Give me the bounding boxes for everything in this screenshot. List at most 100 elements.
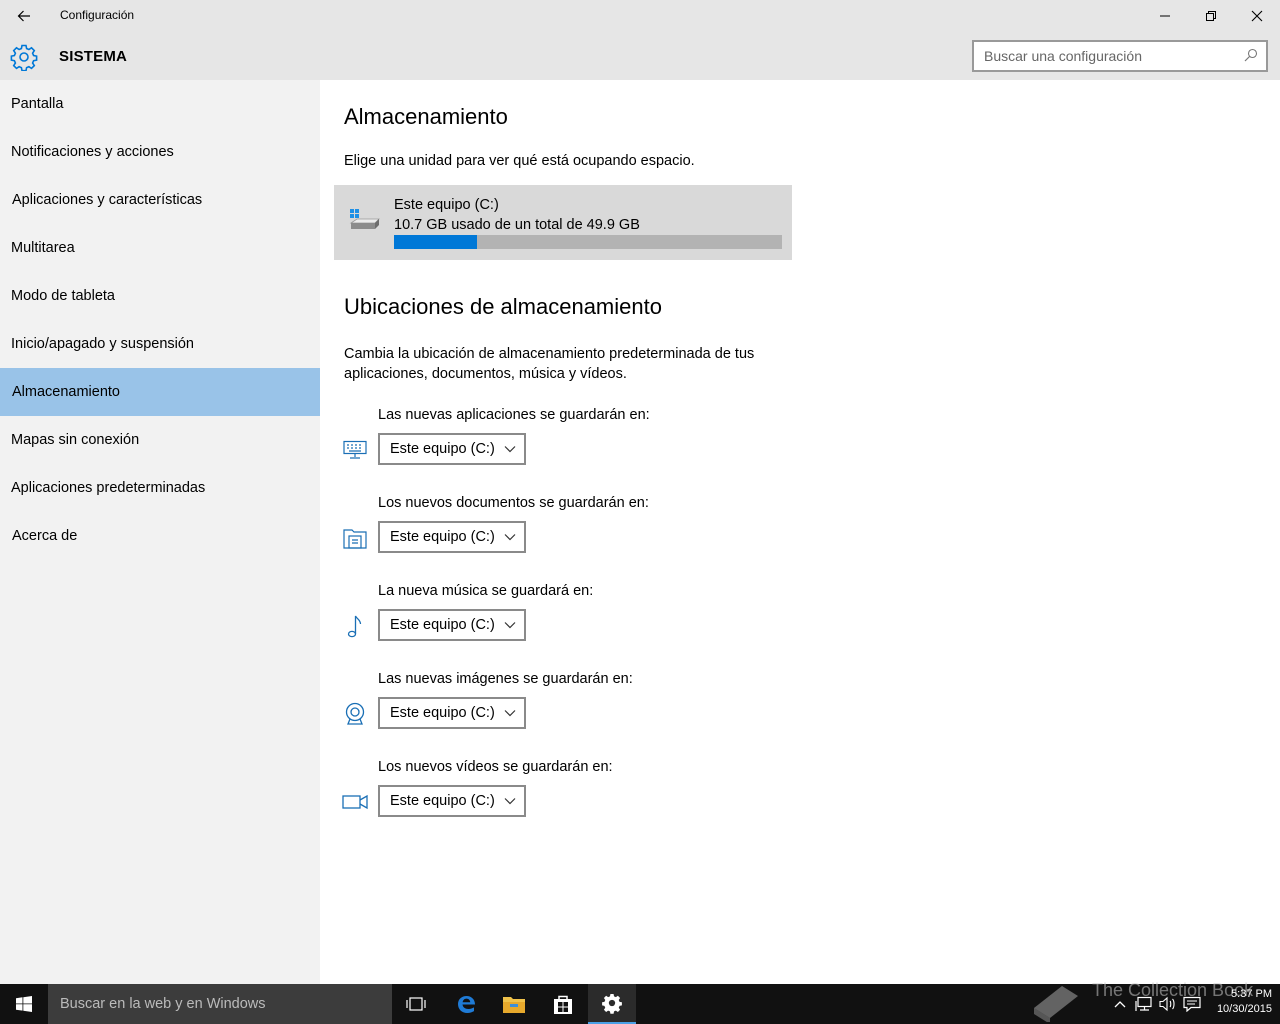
sidebar-nav: Pantalla Notificaciones y acciones Aplic… — [0, 80, 320, 984]
clock-date: 10/30/2015 — [1216, 1003, 1272, 1015]
sidebar-item-label: Aplicaciones y características — [12, 192, 203, 208]
new-videos-label: Los nuevos vídeos se guardarán en: — [378, 759, 613, 775]
close-button[interactable] — [1234, 0, 1280, 32]
hard-drive-icon — [349, 209, 380, 229]
music-note-icon — [342, 614, 368, 638]
chevron-up-icon — [1114, 1001, 1126, 1008]
notifications-icon — [1183, 996, 1201, 1012]
video-camera-icon — [342, 790, 368, 814]
monitor-apps-icon — [342, 438, 368, 462]
sidebar-item-modo-tableta[interactable]: Modo de tableta — [0, 272, 320, 320]
book-watermark-icon — [1034, 986, 1078, 1022]
sidebar-item-label: Acerca de — [12, 528, 78, 544]
sidebar-item-pantalla[interactable]: Pantalla — [0, 80, 320, 128]
settings-search-input[interactable] — [974, 42, 1234, 70]
restore-button[interactable] — [1188, 0, 1234, 32]
drive-tile-c[interactable]: Este equipo (C:) 10.7 GB usado de un tot… — [334, 185, 792, 260]
sidebar-item-mapas[interactable]: Mapas sin conexión — [0, 416, 320, 464]
sidebar-item-acerca-de[interactable]: Acerca de — [0, 512, 320, 560]
new-apps-location-select[interactable]: Este equipo (C:) — [378, 433, 526, 465]
store-button[interactable] — [539, 984, 587, 1024]
gear-icon — [602, 993, 622, 1014]
sidebar-item-label: Almacenamiento — [12, 384, 120, 400]
volume-tray-button[interactable] — [1158, 994, 1178, 1014]
sidebar-item-notificaciones[interactable]: Notificaciones y acciones — [0, 128, 320, 176]
back-button[interactable] — [0, 0, 48, 32]
settings-search-box[interactable] — [972, 40, 1268, 72]
page-description: Elige una unidad para ver qué está ocupa… — [344, 153, 695, 169]
sidebar-item-label: Aplicaciones predeterminadas — [11, 480, 206, 496]
gear-icon — [10, 44, 38, 71]
start-button[interactable] — [0, 984, 48, 1024]
sidebar-item-label: Mapas sin conexión — [11, 432, 140, 448]
sidebar-item-label: Multitarea — [11, 240, 75, 256]
network-tray-button[interactable] — [1134, 994, 1154, 1014]
new-apps-label: Las nuevas aplicaciones se guardarán en: — [378, 407, 650, 423]
sidebar-item-multitarea[interactable]: Multitarea — [0, 224, 320, 272]
locations-description: Cambia la ubicación de almacenamiento pr… — [344, 346, 755, 382]
task-view-icon — [406, 997, 426, 1011]
volume-icon — [1159, 996, 1175, 1012]
new-documents-label: Los nuevos documentos se guardarán en: — [378, 495, 649, 511]
settings-header: SISTEMA — [0, 32, 1280, 80]
select-value: Este equipo (C:) — [390, 793, 495, 809]
section-title: SISTEMA — [59, 48, 128, 65]
chevron-down-icon — [504, 534, 516, 541]
restore-icon — [1206, 11, 1216, 21]
drive-usage-bar-fill — [394, 235, 478, 249]
drive-usage-bar — [394, 235, 782, 249]
select-value: Este equipo (C:) — [390, 441, 495, 457]
windows-logo-icon — [16, 996, 32, 1012]
chevron-down-icon — [504, 798, 516, 805]
folder-icon — [503, 997, 525, 1013]
minimize-button[interactable] — [1142, 0, 1188, 32]
taskbar: The Collection Book 5:37 PM 10/30/2015 — [0, 980, 1280, 1024]
drive-usage-text: 10.7 GB usado de un total de 49.9 GB — [394, 217, 640, 233]
new-music-label: La nueva música se guardará en: — [378, 583, 594, 599]
task-view-button[interactable] — [392, 984, 440, 1024]
new-music-location-select[interactable]: Este equipo (C:) — [378, 609, 526, 641]
taskbar-search-input[interactable] — [48, 984, 378, 1024]
back-arrow-icon — [17, 10, 30, 22]
sidebar-item-almacenamiento[interactable]: Almacenamiento — [0, 368, 320, 416]
chevron-down-icon — [504, 622, 516, 629]
select-value: Este equipo (C:) — [390, 705, 495, 721]
new-images-label: Las nuevas imágenes se guardarán en: — [378, 671, 633, 687]
sidebar-item-label: Pantalla — [11, 96, 64, 112]
search-icon[interactable] — [1244, 48, 1258, 62]
action-center-button[interactable] — [1182, 994, 1202, 1014]
taskbar-clock[interactable]: 5:37 PM 10/30/2015 — [1206, 987, 1272, 1017]
app-title: Configuración — [60, 8, 135, 22]
network-icon — [1135, 996, 1152, 1011]
file-explorer-button[interactable] — [490, 984, 538, 1024]
sidebar-item-inicio-apagado[interactable]: Inicio/apagado y suspensión — [0, 320, 320, 368]
new-documents-location-select[interactable]: Este equipo (C:) — [378, 521, 526, 553]
documents-icon — [342, 526, 368, 550]
sidebar-item-label: Inicio/apagado y suspensión — [11, 336, 194, 352]
close-icon — [1251, 10, 1263, 22]
chevron-down-icon — [504, 710, 516, 717]
minimize-icon — [1160, 15, 1170, 17]
settings-taskbar-button[interactable] — [588, 984, 636, 1024]
select-value: Este equipo (C:) — [390, 529, 495, 545]
sidebar-item-label: Modo de tableta — [11, 288, 115, 304]
webcam-icon — [342, 702, 368, 726]
new-videos-location-select[interactable]: Este equipo (C:) — [378, 785, 526, 817]
show-hidden-icons-button[interactable] — [1110, 994, 1130, 1014]
edge-icon — [458, 996, 475, 1013]
title-bar: Configuración — [0, 0, 1280, 32]
select-value: Este equipo (C:) — [390, 617, 495, 633]
page-title: Almacenamiento — [344, 104, 508, 129]
sidebar-item-label: Notificaciones y acciones — [11, 144, 174, 160]
edge-button[interactable] — [442, 984, 490, 1024]
new-images-location-select[interactable]: Este equipo (C:) — [378, 697, 526, 729]
locations-title: Ubicaciones de almacenamiento — [344, 294, 662, 319]
main-content: Almacenamiento Elige una unidad para ver… — [320, 80, 1280, 984]
taskbar-search-box[interactable] — [48, 984, 392, 1024]
drive-name: Este equipo (C:) — [394, 197, 499, 213]
sidebar-item-aplicaciones[interactable]: Aplicaciones y características — [0, 176, 320, 224]
chevron-down-icon — [504, 446, 516, 453]
clock-time: 5:37 PM — [1231, 988, 1272, 1000]
sidebar-item-apps-predeterminadas[interactable]: Aplicaciones predeterminadas — [0, 464, 320, 512]
store-bag-icon — [554, 995, 572, 1014]
